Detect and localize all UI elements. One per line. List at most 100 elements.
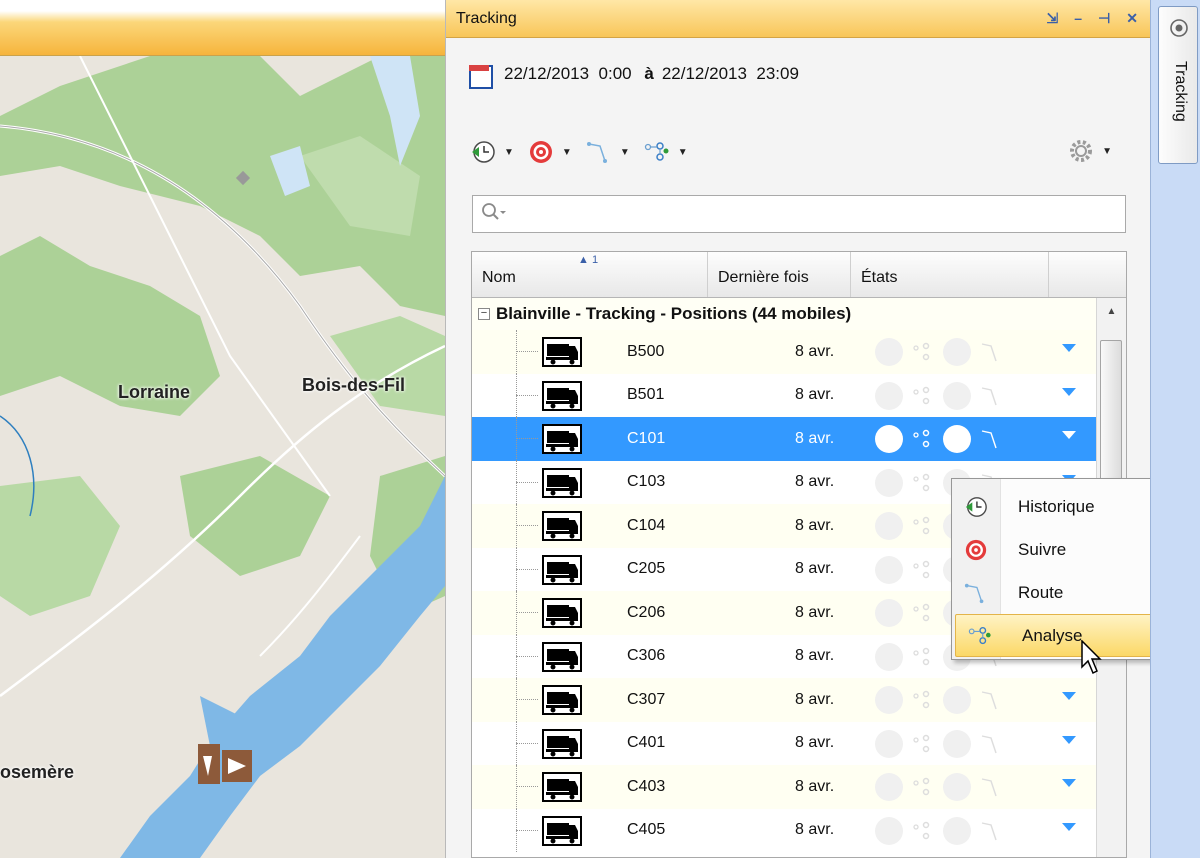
history-icon [470,139,496,165]
vehicle-name: B500 [627,342,665,360]
analysis-state-icon[interactable] [913,689,933,711]
state-dot-icon[interactable] [875,425,903,453]
truck-icon [542,728,582,760]
history-state-icon[interactable] [943,773,971,801]
side-tab-label: Tracking [1172,61,1189,122]
route-dropdown-caret[interactable]: ▼ [620,147,630,158]
route-button[interactable]: ▼ [586,139,630,165]
search-input[interactable] [472,195,1126,233]
history-state-icon[interactable] [943,686,971,714]
minimize-icon[interactable]: – [1074,10,1082,27]
last-time: 8 avr. [795,342,835,360]
state-dot-icon[interactable] [875,512,903,540]
history-state-icon[interactable] [943,338,971,366]
route-state-icon[interactable] [981,733,1001,755]
settings-button[interactable]: ▼ [1068,138,1112,164]
group-row[interactable]: − Blainville - Tracking - Positions (44 … [472,298,1126,330]
row-dropdown-icon[interactable] [1062,735,1076,744]
table-row[interactable]: C403 8 avr. [472,765,1126,809]
row-dropdown-icon[interactable] [1062,344,1076,352]
state-icons [875,729,1001,758]
row-dropdown-icon[interactable] [1062,431,1076,439]
float-window-icon[interactable]: ⇲ [1047,10,1059,27]
state-dot-icon[interactable] [875,729,903,758]
analysis-dropdown-caret[interactable]: ▼ [678,147,688,158]
route-state-icon[interactable] [981,385,1001,407]
row-dropdown-icon[interactable] [1062,692,1076,700]
column-header-last-time[interactable]: Dernière fois [708,252,851,297]
table-row[interactable]: C401 8 avr. [472,721,1126,765]
route-state-icon[interactable] [981,776,1001,798]
history-state-icon[interactable] [943,381,971,410]
route-state-icon[interactable] [981,689,1001,711]
follow-dropdown-caret[interactable]: ▼ [562,147,572,158]
truck-icon [542,510,582,542]
table-row[interactable]: C307 8 avr. [472,678,1126,722]
analysis-state-icon[interactable] [913,820,933,842]
scroll-up-icon[interactable]: ▲ [1097,298,1126,328]
group-label: Blainville - Tracking - Positions (44 mo… [496,304,852,323]
vehicle-name: C101 [627,429,666,447]
state-dot-icon[interactable] [875,773,903,801]
history-state-icon[interactable] [943,729,971,758]
analysis-state-icon[interactable] [913,515,933,537]
row-dropdown-icon[interactable] [1062,387,1076,396]
history-dropdown-caret[interactable]: ▼ [504,147,514,158]
last-time: 8 avr. [795,777,835,795]
last-time: 8 avr. [795,429,835,447]
analysis-state-icon[interactable] [913,733,933,755]
close-icon[interactable]: ✕ [1126,10,1138,27]
route-state-icon[interactable] [981,341,1001,363]
state-dot-icon[interactable] [875,816,903,845]
map-view[interactable]: Lorraine Bois-des-Fil osemère [0,0,445,858]
column-header-states[interactable]: États [851,252,1049,297]
analysis-state-icon[interactable] [913,341,933,363]
analysis-state-icon[interactable] [913,602,933,624]
analysis-state-icon[interactable] [913,776,933,798]
table-row[interactable]: B501 8 avr. [472,373,1126,417]
state-dot-icon[interactable] [875,555,903,584]
state-dot-icon[interactable] [875,338,903,366]
panel-title: Tracking [456,9,517,27]
table-row[interactable]: C101 8 avr. [472,417,1126,461]
history-button[interactable]: ▼ [470,139,514,165]
target-icon [952,538,1000,562]
route-state-icon[interactable] [981,428,1001,450]
tree-branch [516,481,538,483]
last-time: 8 avr. [795,821,835,839]
table-row[interactable]: C405 8 avr. [472,808,1126,852]
tracking-side-tab[interactable]: Tracking [1158,6,1198,164]
target-icon [528,139,554,165]
pin-icon[interactable]: ⊣ [1098,10,1110,27]
calendar-icon[interactable] [468,62,493,89]
tree-branch [516,438,538,439]
analysis-button[interactable]: ▼ [644,139,688,165]
row-dropdown-icon[interactable] [1062,822,1076,831]
history-state-icon[interactable] [943,816,971,845]
last-time: 8 avr. [795,560,835,578]
route-state-icon[interactable] [981,820,1001,842]
state-dot-icon[interactable] [875,686,903,714]
state-dot-icon[interactable] [875,468,903,497]
tree-branch [516,829,538,831]
settings-dropdown-caret[interactable]: ▼ [1102,146,1112,157]
analysis-state-icon[interactable] [913,385,933,407]
analysis-state-icon[interactable] [913,472,933,494]
state-dot-icon[interactable] [875,642,903,671]
collapse-icon[interactable]: − [478,308,490,320]
map-label-lorraine: Lorraine [118,382,191,402]
state-dot-icon[interactable] [875,381,903,410]
vehicle-name: C405 [627,821,666,839]
follow-button[interactable]: ▼ [528,139,572,165]
vehicle-name: C403 [627,777,666,795]
column-header-name[interactable]: ▲ 1 Nom [472,252,708,297]
analysis-state-icon[interactable] [913,428,933,450]
table-row[interactable]: B500 8 avr. [472,330,1126,374]
row-dropdown-icon[interactable] [1062,779,1076,787]
date-range[interactable]: 22/12/2013 0:00 à 22/12/2013 23:09 [468,62,799,89]
state-dot-icon[interactable] [875,599,903,627]
analysis-state-icon[interactable] [913,559,933,581]
history-state-icon[interactable] [943,425,971,453]
analysis-state-icon[interactable] [913,646,933,668]
scroll-thumb[interactable] [1100,340,1122,480]
